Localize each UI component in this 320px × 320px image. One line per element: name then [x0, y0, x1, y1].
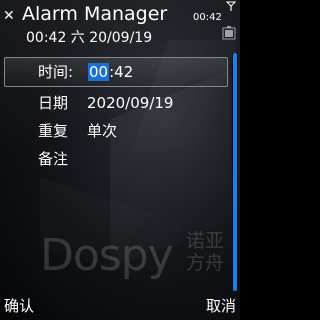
current-datetime: 00:42 六 20/09/19 — [26, 30, 153, 46]
date-field[interactable]: 日期 2020/09/19 — [4, 89, 226, 117]
date-value: 2020/09/19 — [87, 94, 174, 112]
repeat-field[interactable]: 重复 单次 — [4, 117, 226, 145]
repeat-value: 单次 — [87, 122, 118, 140]
status-pane: ✕ Alarm Manager 00:42 六 20/09/19 00:42 — [0, 0, 240, 50]
note-field[interactable]: 备注 — [4, 145, 226, 173]
repeat-label: 重复 — [38, 122, 69, 140]
screen: ✕ Alarm Manager 00:42 六 20/09/19 00:42 时… — [0, 0, 240, 320]
scrollbar[interactable] — [232, 53, 238, 291]
time-value[interactable]: 00:42 — [88, 58, 133, 86]
time-field[interactable]: 时间: 00:42 — [4, 57, 228, 87]
app-title: Alarm Manager — [22, 3, 168, 25]
note-label: 备注 — [38, 150, 69, 168]
cancel-softkey[interactable]: 取消 — [206, 296, 236, 316]
confirm-softkey[interactable]: 确认 — [4, 296, 34, 316]
status-clock: 00:42 — [193, 12, 222, 23]
battery-icon — [222, 26, 236, 40]
watermark-cjk: 诺亚方舟 — [186, 230, 225, 274]
date-label: 日期 — [38, 94, 69, 112]
scrollbar-thumb[interactable] — [233, 53, 237, 291]
time-label: 时间: — [38, 63, 74, 81]
time-hours-editor[interactable]: 00 — [88, 63, 110, 81]
signal-antenna-icon — [226, 1, 236, 11]
close-icon[interactable]: ✕ — [3, 9, 15, 23]
watermark-latin: Dospy — [40, 230, 174, 281]
time-minutes: :42 — [109, 63, 134, 81]
